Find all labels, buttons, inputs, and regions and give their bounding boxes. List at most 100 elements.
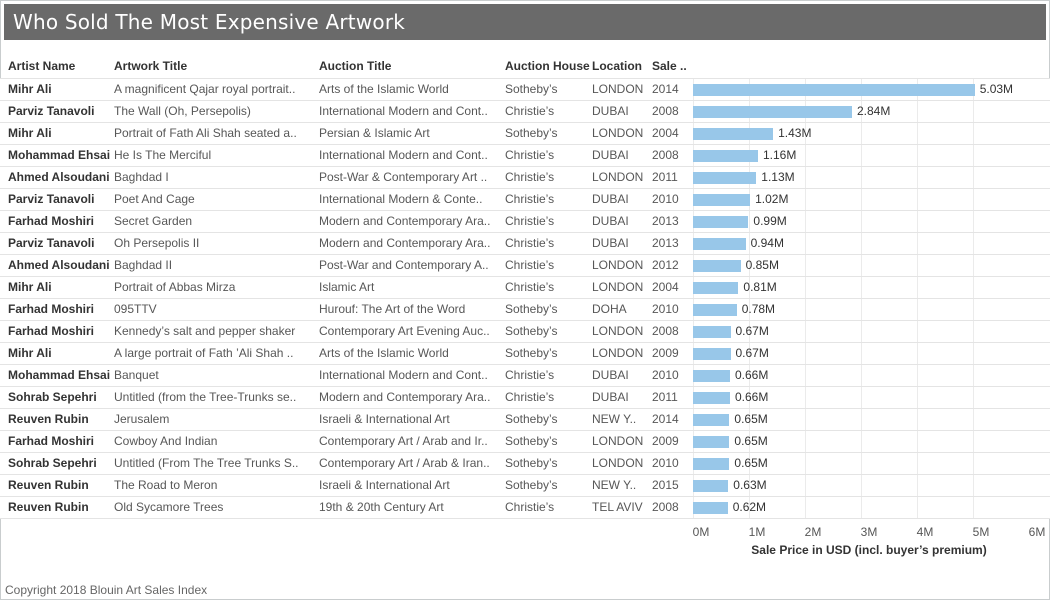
cell-artwork-title: Cowboy And Indian — [114, 431, 319, 452]
cell-auction-house: Sotheby’s — [505, 475, 592, 496]
cell-artist-name: Mohammad Ehsai — [0, 365, 114, 386]
table-row[interactable]: Farhad Moshiri 095TTV Hurouf: The Art of… — [0, 299, 1050, 321]
cell-location: DUBAI — [592, 365, 652, 386]
sale-price-bar[interactable] — [693, 326, 731, 338]
table-row[interactable]: Sohrab Sepehri Untitled (from the Tree-T… — [0, 387, 1050, 409]
sale-price-bar[interactable] — [693, 150, 758, 162]
col-header-location[interactable]: Location — [592, 56, 652, 78]
cell-auction-house: Christie’s — [505, 387, 592, 408]
sale-price-label: 0.85M — [746, 255, 779, 276]
sale-price-bar[interactable] — [693, 128, 773, 140]
cell-bar-chart: 0.63M — [693, 475, 1029, 496]
sale-price-bar[interactable] — [693, 84, 975, 96]
sale-price-label: 0.99M — [753, 211, 786, 232]
table-row[interactable]: Farhad Moshiri Kennedy’s salt and pepper… — [0, 321, 1050, 343]
cell-sale-year: 2014 — [652, 409, 689, 430]
cell-artist-name: Sohrab Sepehri — [0, 453, 114, 474]
cell-artwork-title: Oh Persepolis II — [114, 233, 319, 254]
cell-location: LONDON — [592, 321, 652, 342]
cell-auction-house: Sotheby’s — [505, 321, 592, 342]
table-row[interactable]: Reuven Rubin The Road to Meron Israeli &… — [0, 475, 1050, 497]
cell-sale-year: 2011 — [652, 167, 689, 188]
sale-price-bar[interactable] — [693, 172, 756, 184]
col-header-artwork-title[interactable]: Artwork Title — [114, 56, 319, 78]
sale-price-bar[interactable] — [693, 282, 738, 294]
cell-location: LONDON — [592, 79, 652, 100]
sale-price-bar[interactable] — [693, 370, 730, 382]
cell-auction-title: International Modern and Cont.. — [319, 101, 505, 122]
col-header-sale-date[interactable]: Sale .. — [652, 56, 689, 78]
cell-artist-name: Parviz Tanavoli — [0, 101, 114, 122]
cell-bar-chart: 0.99M — [693, 211, 1029, 232]
cell-artwork-title: Baghdad I — [114, 167, 319, 188]
sale-price-bar[interactable] — [693, 348, 731, 360]
cell-artist-name: Farhad Moshiri — [0, 431, 114, 452]
table-row[interactable]: Mihr Ali Portrait of Abbas Mirza Islamic… — [0, 277, 1050, 299]
sale-price-bar[interactable] — [693, 106, 852, 118]
cell-artwork-title: A large portrait of Fath ’Ali Shah .. — [114, 343, 319, 364]
sale-price-bar[interactable] — [693, 502, 728, 514]
sale-price-label: 0.67M — [736, 343, 769, 364]
cell-location: LONDON — [592, 453, 652, 474]
cell-bar-chart: 0.66M — [693, 387, 1029, 408]
viz-area: Artist Name Artwork Title Auction Title … — [0, 56, 1050, 563]
table-row[interactable]: Ahmed Alsoudani Baghdad II Post-War and … — [0, 255, 1050, 277]
cell-location: DOHA — [592, 299, 652, 320]
table-row[interactable]: Mihr Ali A large portrait of Fath ’Ali S… — [0, 343, 1050, 365]
cell-artwork-title: Baghdad II — [114, 255, 319, 276]
sale-price-bar[interactable] — [693, 260, 741, 272]
table-row[interactable]: Sohrab Sepehri Untitled (From The Tree T… — [0, 453, 1050, 475]
cell-location: LONDON — [592, 123, 652, 144]
sale-price-bar[interactable] — [693, 414, 729, 426]
cell-auction-house: Christie’s — [505, 101, 592, 122]
copyright-text: Copyright 2018 Blouin Art Sales Index — [5, 583, 207, 597]
cell-auction-house: Sotheby’s — [505, 431, 592, 452]
sale-price-bar[interactable] — [693, 238, 746, 250]
cell-sale-year: 2013 — [652, 211, 689, 232]
col-header-auction-house[interactable]: Auction House — [505, 56, 592, 78]
x-axis-tick: 4M — [917, 525, 934, 539]
table-row[interactable]: Mihr Ali Portrait of Fath Ali Shah seate… — [0, 123, 1050, 145]
sale-price-bar[interactable] — [693, 194, 750, 206]
sale-price-bar[interactable] — [693, 436, 729, 448]
table-row[interactable]: Farhad Moshiri Cowboy And Indian Contemp… — [0, 431, 1050, 453]
cell-auction-title: Hurouf: The Art of the Word — [319, 299, 505, 320]
table-row[interactable]: Parviz Tanavoli The Wall (Oh, Persepolis… — [0, 101, 1050, 123]
col-header-artist-name[interactable]: Artist Name — [0, 56, 114, 78]
cell-location: TEL AVIV — [592, 497, 652, 518]
cell-bar-chart: 1.13M — [693, 167, 1029, 188]
cell-auction-house: Sotheby’s — [505, 453, 592, 474]
sale-price-bar[interactable] — [693, 392, 730, 404]
table-row[interactable]: Ahmed Alsoudani Baghdad I Post-War & Con… — [0, 167, 1050, 189]
sale-price-bar[interactable] — [693, 458, 729, 470]
cell-auction-title: Israeli & International Art — [319, 409, 505, 430]
col-header-chart-spacer — [693, 56, 1029, 78]
cell-auction-title: Arts of the Islamic World — [319, 343, 505, 364]
table-row[interactable]: Mohammad Ehsai Banquet International Mod… — [0, 365, 1050, 387]
cell-location: LONDON — [592, 255, 652, 276]
cell-auction-title: International Modern and Cont.. — [319, 365, 505, 386]
table-row[interactable]: Reuven Rubin Jerusalem Israeli & Interna… — [0, 409, 1050, 431]
col-header-auction-title[interactable]: Auction Title — [319, 56, 505, 78]
cell-bar-chart: 0.94M — [693, 233, 1029, 254]
table-row[interactable]: Parviz Tanavoli Poet And Cage Internatio… — [0, 189, 1050, 211]
sale-price-bar[interactable] — [693, 304, 737, 316]
cell-sale-year: 2008 — [652, 101, 689, 122]
sale-price-bar[interactable] — [693, 480, 728, 492]
sale-price-bar[interactable] — [693, 216, 748, 228]
cell-sale-year: 2012 — [652, 255, 689, 276]
cell-sale-year: 2009 — [652, 343, 689, 364]
cell-sale-year: 2004 — [652, 277, 689, 298]
cell-auction-house: Sotheby’s — [505, 79, 592, 100]
table-row[interactable]: Reuven Rubin Old Sycamore Trees 19th & 2… — [0, 497, 1050, 519]
cell-artist-name: Farhad Moshiri — [0, 299, 114, 320]
sale-price-label: 0.65M — [734, 409, 767, 430]
table-row[interactable]: Mihr Ali A magnificent Qajar royal portr… — [0, 79, 1050, 101]
cell-auction-house: Christie’s — [505, 233, 592, 254]
table-row[interactable]: Mohammad Ehsai He Is The Merciful Intern… — [0, 145, 1050, 167]
cell-bar-chart: 0.67M — [693, 343, 1029, 364]
cell-artist-name: Reuven Rubin — [0, 475, 114, 496]
table-row[interactable]: Parviz Tanavoli Oh Persepolis II Modern … — [0, 233, 1050, 255]
table-row[interactable]: Farhad Moshiri Secret Garden Modern and … — [0, 211, 1050, 233]
cell-auction-house: Sotheby’s — [505, 299, 592, 320]
